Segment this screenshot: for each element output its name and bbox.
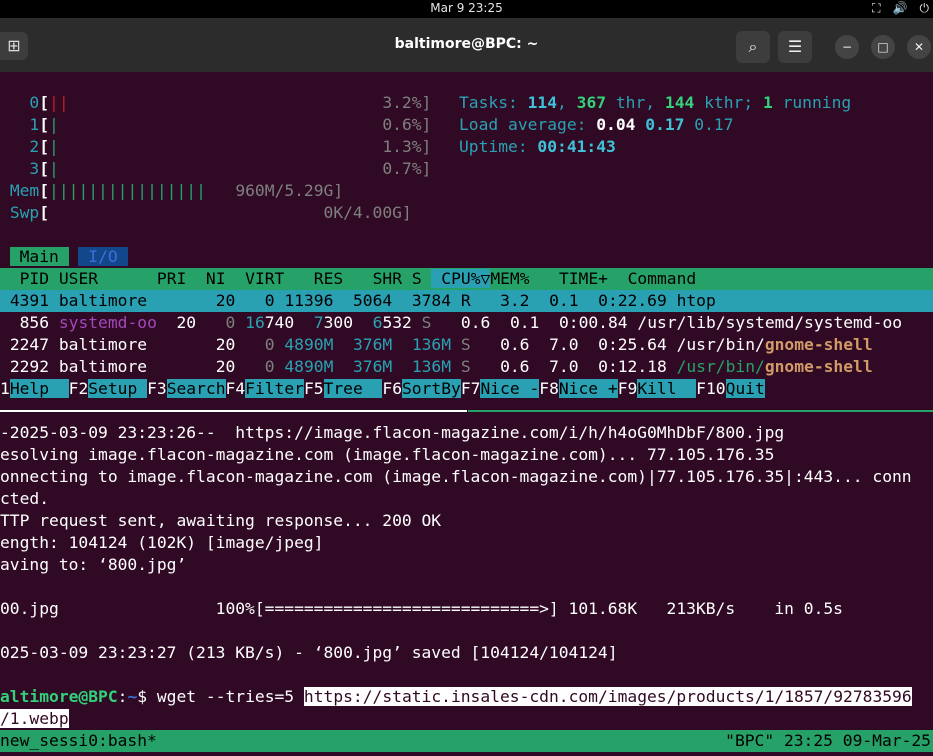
- power-icon[interactable]: ⏻: [920, 1, 930, 16]
- tmux-session-window[interactable]: new_sessi0:bash*: [0, 730, 157, 752]
- fkey-quit[interactable]: F10Quit: [696, 379, 765, 398]
- fkey-sortby[interactable]: F6SortBy: [382, 379, 461, 398]
- cpu-meter-1: 1[| 0.6%]: [29, 115, 432, 134]
- system-clock[interactable]: Mar 9 23:25: [0, 1, 933, 15]
- load-average-stat: Load average: 0.04 0.17 0.17: [459, 115, 734, 134]
- col-pid[interactable]: PID: [20, 269, 49, 288]
- output-line: -2025-03-09 23:23:26-- https://image.fla…: [0, 423, 785, 442]
- output-line: TTP request sent, awaiting response... 2…: [0, 511, 442, 530]
- tmux-status-bar: new_sessi0:bash* "BPC" 23:25 09-Mar-25: [0, 730, 933, 752]
- output-line: cted.: [0, 489, 50, 508]
- fkey-kill[interactable]: F9Kill: [618, 379, 697, 398]
- col-user[interactable]: USER: [59, 269, 98, 288]
- cpu-meter-3: 3[| 0.7%]: [29, 159, 432, 178]
- shell-prompt-line-wrap[interactable]: /1.webp: [0, 708, 69, 730]
- output-line: ength: 104124 (102K) [image/jpeg]: [0, 533, 324, 552]
- tab-io[interactable]: I/O: [78, 247, 128, 266]
- col-ni[interactable]: NI: [206, 269, 226, 288]
- progress-line: 00.jpg 100%[============================…: [0, 599, 843, 618]
- process-row[interactable]: 856 systemd-oo 20 0 16740 7300 6532 S 0.…: [0, 312, 902, 334]
- tab-main[interactable]: Main: [9, 247, 69, 266]
- output-line: 025-03-09 23:23:27 (213 KB/s) - ‘800.jpg…: [0, 643, 618, 662]
- system-top-bar: Mar 9 23:25 ⛶ 🔊 ⏻: [0, 0, 933, 18]
- minimize-icon[interactable]: −: [835, 35, 859, 59]
- network-icon[interactable]: ⛶: [872, 1, 880, 16]
- col-res[interactable]: RES: [314, 269, 343, 288]
- terminal-header-bar: ⊞ baltimore@BPC: ~ ⌕ ☰ − □ ✕: [0, 18, 933, 72]
- function-key-bar: 1Help F2Setup F3SearchF4FilterF5Tree F6S…: [0, 378, 765, 400]
- col-pri[interactable]: PRI: [157, 269, 186, 288]
- col-virt[interactable]: VIRT: [245, 269, 284, 288]
- prompt-user-host: altimore@BPC: [0, 687, 118, 706]
- fkey-help[interactable]: 1Help: [0, 379, 69, 398]
- menu-icon[interactable]: ☰: [778, 31, 812, 63]
- search-icon[interactable]: ⌕: [736, 31, 770, 63]
- system-tray[interactable]: ⛶ 🔊 ⏻: [872, 1, 929, 16]
- prompt-path: ~: [127, 687, 138, 706]
- col-shr[interactable]: SHR: [373, 269, 402, 288]
- maximize-icon[interactable]: □: [871, 35, 895, 59]
- output-line: onnecting to image.flacon-magazine.com (…: [0, 467, 912, 486]
- fkey-nice-plus[interactable]: F8Nice +: [539, 379, 618, 398]
- cpu-meter-0: 0[|| 3.2%]: [29, 93, 432, 112]
- volume-icon[interactable]: 🔊: [893, 1, 908, 16]
- process-row[interactable]: 2292 baltimore 20 0 4890M 376M 136M S 0.…: [0, 356, 873, 378]
- uptime-stat: Uptime: 00:41:43: [459, 137, 616, 156]
- command-text: wget --tries=5: [156, 687, 304, 706]
- tasks-stat: Tasks: 114, 367 thr, 144 kthr; 1 running: [459, 93, 852, 112]
- cpu-meter-2: 2[| 1.3%]: [29, 137, 432, 156]
- process-row-selected[interactable]: 4391 baltimore 20 0 11396 5064 3784 R 3.…: [0, 290, 933, 312]
- col-s[interactable]: S: [412, 269, 422, 288]
- fkey-nice-minus[interactable]: F7Nice -: [461, 379, 540, 398]
- col-time[interactable]: TIME+: [559, 269, 608, 288]
- process-column-header: PID USER PRI NI VIRT RES SHR S CPU%▽MEM%…: [0, 268, 933, 290]
- close-icon[interactable]: ✕: [907, 35, 931, 59]
- mem-meter: Mem[|||||||||||||||| 960M/5.29G]: [9, 181, 344, 200]
- swap-meter: Swp[ 0K/4.00G]: [9, 203, 412, 222]
- output-line: esolving image.flacon-magazine.com (imag…: [0, 445, 775, 464]
- tmux-status-right: "BPC" 23:25 09-Mar-25: [725, 731, 931, 750]
- process-row[interactable]: 2247 baltimore 20 0 4890M 376M 136M S 0.…: [0, 334, 873, 356]
- command-url[interactable]: https://static.insales-cdn.com/images/pr…: [303, 687, 912, 706]
- fkey-setup[interactable]: F2Setup: [69, 379, 148, 398]
- col-mem[interactable]: MEM%: [490, 269, 529, 288]
- output-line: aving to: ‘800.jpg’: [0, 555, 187, 574]
- terminal-area[interactable]: 0[|| 3.2%] 1[| 0.6%] 2[| 1.3%] 3[| 0.7%]…: [0, 72, 933, 756]
- pane-divider[interactable]: [0, 410, 933, 412]
- command-url-wrap[interactable]: /1.webp: [0, 709, 69, 728]
- col-cpu[interactable]: CPU%▽: [431, 269, 491, 288]
- fkey-tree[interactable]: F5Tree: [304, 379, 383, 398]
- shell-prompt-line[interactable]: altimore@BPC:~$ wget --tries=5 https://s…: [0, 686, 912, 708]
- fkey-search[interactable]: F3Search: [147, 379, 226, 398]
- fkey-filter[interactable]: F4Filter: [226, 379, 304, 398]
- col-command[interactable]: Command: [628, 269, 697, 288]
- htop-tabs: Main I/O: [0, 246, 128, 268]
